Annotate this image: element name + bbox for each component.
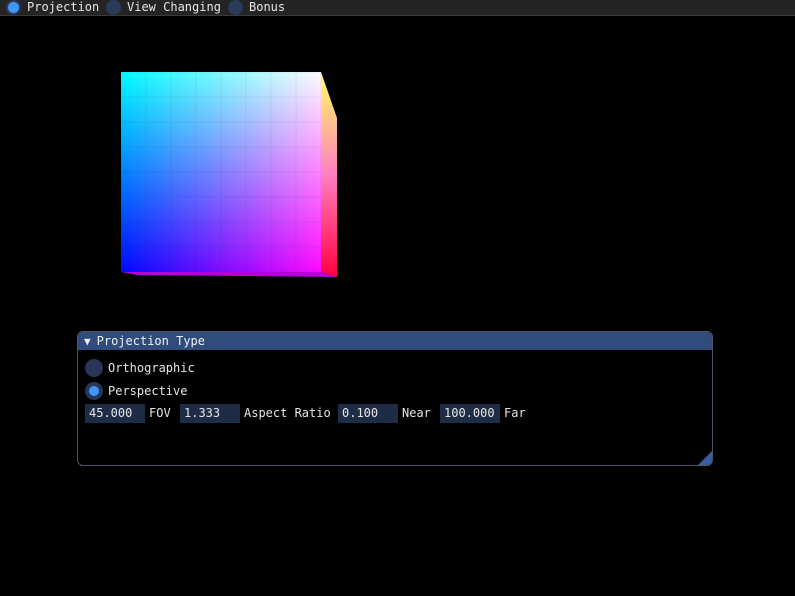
projection-radio[interactable] <box>6 0 21 15</box>
far-input[interactable]: 100.000 <box>440 404 500 423</box>
projection-params: 45.000 FOV 1.333 Aspect Ratio 0.100 Near… <box>85 404 685 423</box>
aspect-ratio-label: Aspect Ratio <box>244 406 331 420</box>
mode-bonus-label: Bonus <box>249 0 286 14</box>
panel-header[interactable]: ▼ Projection Type <box>78 332 712 350</box>
fov-input[interactable]: 45.000 <box>85 404 145 423</box>
collapse-triangle-icon[interactable]: ▼ <box>84 335 91 348</box>
perspective-label: Perspective <box>108 384 188 398</box>
cube-front-face <box>121 72 321 272</box>
fov-label: FOV <box>149 406 171 420</box>
cube-bottom-edge <box>121 272 337 277</box>
option-orthographic[interactable]: Orthographic <box>85 359 195 377</box>
view-changing-radio[interactable] <box>106 0 121 15</box>
bonus-radio[interactable] <box>228 0 243 15</box>
near-label: Near <box>402 406 431 420</box>
mode-view-changing-label: View Changing <box>127 0 221 14</box>
cube-render <box>121 72 337 277</box>
resize-grip-icon[interactable] <box>698 451 712 465</box>
far-label: Far <box>504 406 526 420</box>
orthographic-radio[interactable] <box>85 359 103 377</box>
mode-menubar: Projection View Changing Bonus <box>0 0 795 16</box>
projection-type-panel: ▼ Projection Type Orthographic Perspecti… <box>77 331 713 466</box>
app-window: Projection View Changing Bonus ▼ Project… <box>0 0 795 596</box>
option-perspective[interactable]: Perspective <box>85 382 187 400</box>
mode-projection[interactable]: Projection <box>6 0 99 15</box>
near-input[interactable]: 0.100 <box>338 404 398 423</box>
aspect-ratio-input[interactable]: 1.333 <box>180 404 240 423</box>
mode-view-changing[interactable]: View Changing <box>106 0 221 15</box>
orthographic-label: Orthographic <box>108 361 195 375</box>
panel-title: Projection Type <box>96 334 205 348</box>
mode-projection-label: Projection <box>27 0 100 14</box>
mode-bonus[interactable]: Bonus <box>228 0 285 15</box>
perspective-radio[interactable] <box>85 382 103 400</box>
cube-side-face <box>321 72 337 277</box>
